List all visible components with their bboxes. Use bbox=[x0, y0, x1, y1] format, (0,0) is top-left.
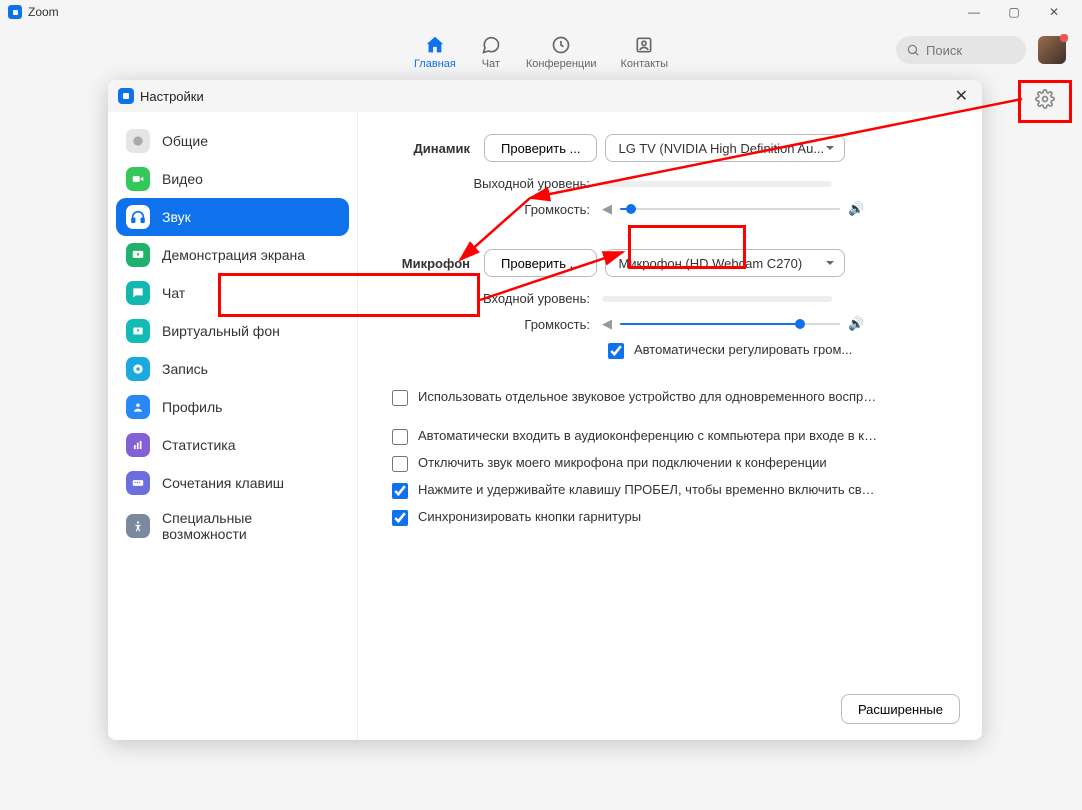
keyboard-icon bbox=[126, 471, 150, 495]
window-maximize-button[interactable]: ▢ bbox=[994, 0, 1034, 24]
nav-meetings[interactable]: Конференции bbox=[526, 30, 597, 70]
modal-close-button[interactable]: ✕ bbox=[951, 86, 972, 106]
nav-chat[interactable]: Чат bbox=[480, 30, 502, 70]
sidebar-item-vback[interactable]: Виртуальный фон bbox=[116, 312, 349, 350]
input-level-label: Входной уровень: bbox=[384, 291, 602, 306]
space-unmute-checkbox[interactable] bbox=[392, 483, 408, 499]
speaker-volume-label: Громкость: bbox=[384, 202, 602, 217]
sidebar-item-keys[interactable]: Сочетания клавиш bbox=[116, 464, 349, 502]
home-icon bbox=[424, 34, 446, 56]
sidebar-item-label: Специальные возможности bbox=[162, 510, 339, 542]
sync-headset-checkbox[interactable] bbox=[392, 510, 408, 526]
zoom-app-icon bbox=[8, 5, 22, 19]
clock-icon bbox=[550, 34, 572, 56]
sidebar-item-chat[interactable]: Чат bbox=[116, 274, 349, 312]
gear-icon[interactable] bbox=[1035, 96, 1055, 113]
dedicated-device-checkbox[interactable] bbox=[392, 390, 408, 406]
modal-title: Настройки bbox=[140, 89, 204, 104]
avatar[interactable] bbox=[1038, 36, 1066, 64]
search-placeholder: Поиск bbox=[926, 43, 962, 58]
gear-small-icon bbox=[126, 129, 150, 153]
sidebar-item-video[interactable]: Видео bbox=[116, 160, 349, 198]
advanced-button[interactable]: Расширенные bbox=[841, 694, 960, 724]
nav-home[interactable]: Главная bbox=[414, 30, 456, 70]
input-level-meter bbox=[602, 296, 832, 302]
auto-join-audio-checkbox[interactable] bbox=[392, 429, 408, 445]
zoom-small-icon bbox=[118, 88, 134, 104]
annotation-gear-box bbox=[1018, 80, 1072, 123]
volume-high-icon: 🔊 bbox=[848, 201, 864, 217]
sidebar-item-profile[interactable]: Профиль bbox=[116, 388, 349, 426]
nav-chat-label: Чат bbox=[482, 58, 500, 70]
mic-volume-label: Громкость: bbox=[384, 317, 602, 332]
sidebar-item-label: Видео bbox=[162, 171, 203, 187]
nav-contacts-label: Контакты bbox=[621, 58, 669, 70]
speaker-device-value: LG TV (NVIDIA High Definition Au... bbox=[618, 141, 824, 156]
window-close-button[interactable]: ✕ bbox=[1034, 0, 1074, 24]
volume-low-icon: ◀ bbox=[602, 316, 612, 332]
mute-on-join-checkbox[interactable] bbox=[392, 456, 408, 472]
sidebar-item-label: Статистика bbox=[162, 437, 236, 453]
volume-high-icon: 🔊 bbox=[848, 316, 864, 332]
sidebar-item-record[interactable]: Запись bbox=[116, 350, 349, 388]
auto-mic-checkbox[interactable] bbox=[608, 343, 624, 359]
sidebar-item-share[interactable]: Демонстрация экрана bbox=[116, 236, 349, 274]
chat-icon bbox=[480, 34, 502, 56]
mic-volume-slider[interactable] bbox=[620, 317, 840, 331]
search-icon bbox=[906, 43, 920, 57]
headphones-icon bbox=[126, 205, 150, 229]
sidebar-item-label: Чат bbox=[162, 285, 185, 301]
chat-bubble-icon bbox=[126, 281, 150, 305]
sidebar-item-accessibility[interactable]: Специальные возможности bbox=[116, 502, 349, 550]
sidebar-item-label: Сочетания клавиш bbox=[162, 475, 284, 491]
speaker-device-select[interactable]: LG TV (NVIDIA High Definition Au... bbox=[605, 134, 845, 162]
profile-icon bbox=[126, 395, 150, 419]
nav-contacts[interactable]: Контакты bbox=[621, 30, 669, 70]
top-nav: Главная Чат Конференции Контакты Поиск bbox=[0, 24, 1082, 76]
settings-sidebar: Общие Видео Звук Демонстрация экрана Чат… bbox=[108, 112, 358, 740]
sidebar-item-label: Звук bbox=[162, 209, 191, 225]
sidebar-item-label: Профиль bbox=[162, 399, 222, 415]
settings-content-audio: Динамик Проверить ... LG TV (NVIDIA High… bbox=[358, 112, 982, 740]
auto-mic-label: Автоматически регулировать гром... bbox=[634, 342, 852, 357]
record-icon bbox=[126, 357, 150, 381]
contacts-icon bbox=[633, 34, 655, 56]
sidebar-item-label: Общие bbox=[162, 133, 208, 149]
titlebar: Zoom — ▢ ✕ bbox=[0, 0, 1082, 24]
mic-section-label: Микрофон bbox=[384, 256, 484, 271]
nav-home-label: Главная bbox=[414, 58, 456, 70]
sidebar-item-general[interactable]: Общие bbox=[116, 122, 349, 160]
settings-modal: Настройки ✕ Общие Видео Звук Демонстраци… bbox=[108, 80, 982, 740]
window-title: Zoom bbox=[28, 5, 59, 19]
virtual-background-icon bbox=[126, 319, 150, 343]
accessibility-icon bbox=[126, 514, 150, 538]
mic-device-select[interactable]: Микрофон (HD Webcam C270) bbox=[605, 249, 845, 277]
sidebar-item-label: Запись bbox=[162, 361, 208, 377]
modal-titlebar: Настройки ✕ bbox=[108, 80, 982, 112]
search-input[interactable]: Поиск bbox=[896, 36, 1026, 64]
test-speaker-button[interactable]: Проверить ... bbox=[484, 134, 597, 162]
sidebar-item-audio[interactable]: Звук bbox=[116, 198, 349, 236]
volume-low-icon: ◀ bbox=[602, 201, 612, 217]
nav-meetings-label: Конференции bbox=[526, 58, 597, 70]
mic-device-value: Микрофон (HD Webcam C270) bbox=[618, 256, 802, 271]
sidebar-item-stats[interactable]: Статистика bbox=[116, 426, 349, 464]
share-screen-icon bbox=[126, 243, 150, 267]
sync-headset-label: Синхронизировать кнопки гарнитуры bbox=[418, 509, 641, 524]
speaker-section-label: Динамик bbox=[384, 141, 484, 156]
mute-on-join-label: Отключить звук моего микрофона при подкл… bbox=[418, 455, 827, 470]
sidebar-item-label: Виртуальный фон bbox=[162, 323, 280, 339]
stats-icon bbox=[126, 433, 150, 457]
video-icon bbox=[126, 167, 150, 191]
space-unmute-label: Нажмите и удерживайте клавишу ПРОБЕЛ, чт… bbox=[418, 482, 878, 497]
output-level-meter bbox=[602, 181, 832, 187]
test-mic-button[interactable]: Проверить ... bbox=[484, 249, 597, 277]
speaker-volume-slider[interactable] bbox=[620, 202, 840, 216]
sidebar-item-label: Демонстрация экрана bbox=[162, 247, 305, 263]
dedicated-device-label: Использовать отдельное звуковое устройст… bbox=[418, 389, 878, 404]
window-minimize-button[interactable]: — bbox=[954, 0, 994, 24]
auto-join-audio-label: Автоматически входить в аудиоконференцию… bbox=[418, 428, 878, 443]
output-level-label: Выходной уровень: bbox=[384, 176, 602, 191]
